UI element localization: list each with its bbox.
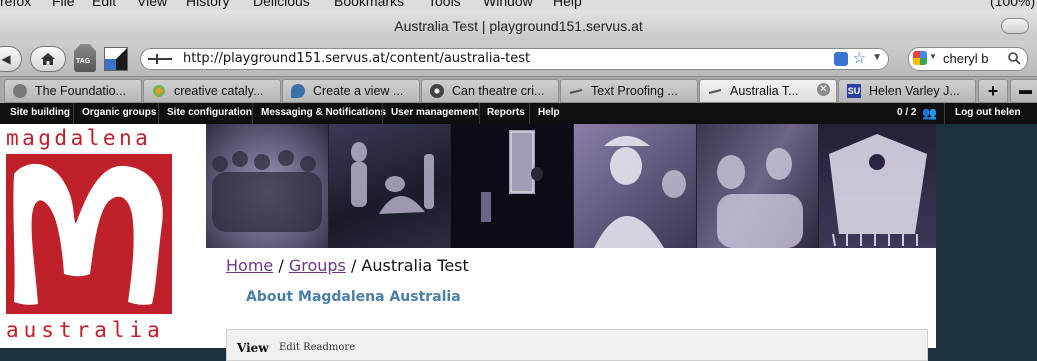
window-resize-button[interactable] [1001, 18, 1029, 34]
tab-text-proofing[interactable]: Text Proofing ... [560, 79, 698, 103]
right-sidebar-background [936, 124, 1037, 348]
local-tasks: View Edit Readmore [226, 329, 928, 361]
tag-icon-label: TAG [76, 58, 91, 65]
admin-organic-groups[interactable]: Organic groups [82, 107, 156, 118]
admin-reports[interactable]: Reports [487, 107, 525, 118]
tab-creative-catalyst[interactable]: creative cataly... [143, 79, 281, 103]
header-photo-strip [206, 124, 936, 248]
group-figures [212, 150, 322, 232]
menu-edit[interactable]: Edit [92, 0, 116, 9]
header-photo-group [206, 124, 328, 248]
header-photo-opera [574, 124, 696, 248]
header-photo-actors [697, 124, 818, 248]
menu-view[interactable]: View [137, 0, 167, 9]
logo-word-magdalena: magdalena [6, 126, 152, 150]
breadcrumb-current: Australia Test [361, 256, 469, 275]
delicious-tag-button[interactable]: TAG [74, 44, 96, 72]
logo-word-australia: australia [6, 318, 165, 342]
tab-list-icon: ▬ [1019, 82, 1032, 97]
site-logo[interactable]: magdalena australia [0, 124, 206, 348]
menu-tools[interactable]: Tools [428, 0, 461, 9]
os-menubar: refox File Edit View History Delicious B… [0, 0, 1037, 10]
menu-history[interactable]: History [186, 0, 230, 9]
rss-feed-icon[interactable] [834, 52, 848, 66]
window-title: Australia Test | playground151.servus.at [394, 18, 643, 34]
close-tab-icon[interactable]: ✕ [817, 83, 830, 96]
menu-bookmarks[interactable]: Bookmarks [334, 0, 404, 9]
admin-logout-link[interactable]: Log out helen [955, 107, 1021, 118]
window-titlebar: Australia Test | playground151.servus.at [0, 10, 1037, 40]
address-bar[interactable]: http://playground151.servus.at/content/a… [140, 48, 889, 70]
search-input[interactable]: cheryl b [943, 51, 989, 66]
url-text: http://playground151.servus.at/content/a… [183, 51, 531, 66]
site-identity-icon[interactable] [145, 51, 175, 67]
bookmark-star-icon[interactable]: ☆ [853, 49, 866, 67]
logo-mark [6, 154, 172, 314]
tab-australia-test[interactable]: Australia T... ✕ [699, 79, 837, 103]
menu-window[interactable]: Window [483, 0, 533, 9]
menu-app[interactable]: refox [0, 0, 31, 9]
dancer-figures [351, 142, 434, 214]
page-icon [13, 84, 27, 98]
menu-file[interactable]: File [52, 0, 75, 9]
globe-dash-icon [708, 89, 722, 94]
google-search-engine-icon[interactable] [913, 51, 927, 65]
menu-help[interactable]: Help [553, 0, 582, 9]
breadcrumb-home-link[interactable]: Home [226, 256, 273, 275]
admin-user-management[interactable]: User management [391, 107, 478, 118]
menu-delicious[interactable]: Delicious [253, 0, 310, 9]
stumbleupon-icon: SU [847, 84, 861, 98]
breadcrumb-separator: / [273, 256, 289, 275]
tab-view[interactable]: View [237, 341, 269, 355]
navigation-toolbar: ◀ TAG http://playground151.servus.at/con… [0, 40, 1037, 76]
back-button[interactable]: ◀ [0, 46, 22, 72]
breadcrumb-separator: / [345, 256, 362, 275]
admin-messaging-notifications[interactable]: Messaging & Notifications [261, 107, 386, 118]
admin-menu: Site building Organic groups Site config… [0, 103, 1037, 124]
search-engine-dropdown-icon[interactable]: ▼ [929, 52, 937, 61]
admin-user-count[interactable]: 0 / 2 [897, 107, 916, 118]
actor-faces [717, 148, 803, 248]
window-silhouette [481, 130, 543, 222]
drupal-drop-icon [291, 84, 305, 98]
url-dropdown-icon[interactable]: ▼ [872, 52, 882, 63]
plus-icon: + [987, 81, 999, 101]
opera-figure [594, 136, 686, 248]
back-arrow-icon: ◀ [1, 52, 11, 66]
home-icon [41, 53, 55, 65]
shawl-figure [829, 134, 927, 247]
block-title: About Magdalena Australia [246, 289, 461, 305]
admin-site-building[interactable]: Site building [10, 107, 70, 118]
admin-site-configuration[interactable]: Site configuration [167, 107, 252, 118]
globe-dash-icon [569, 89, 583, 94]
header-photo-window [451, 124, 573, 248]
circle-icon [430, 84, 444, 98]
tab-list-button[interactable]: ▬ [1010, 79, 1037, 103]
battery-status: (100%) [990, 0, 1036, 9]
home-button[interactable] [30, 46, 66, 72]
tab-helen-varley[interactable]: SU Helen Varley J... [838, 79, 976, 103]
header-photo-performance [329, 124, 450, 248]
tab-foundation[interactable]: The Foundatio... [4, 79, 142, 103]
main-content: Home / Groups / Australia Test About Mag… [206, 248, 936, 361]
users-icon: 👥 [922, 106, 937, 120]
search-box[interactable]: ▼ cheryl b [908, 47, 1028, 71]
new-tab-button[interactable]: + [978, 79, 1008, 103]
tab-can-theatre[interactable]: Can theatre cri... [421, 79, 559, 103]
header-photo-shawl [819, 124, 936, 248]
breadcrumb-groups-link[interactable]: Groups [289, 256, 346, 275]
delicious-icon[interactable] [104, 47, 128, 71]
logo-m-shape [13, 163, 163, 305]
admin-help[interactable]: Help [538, 107, 560, 118]
flower-icon [152, 84, 166, 98]
tab-bar: The Foundatio... creative cataly... Crea… [0, 76, 1037, 103]
magnifier-icon[interactable] [1008, 52, 1021, 65]
tab-create-view[interactable]: Create a view ... [282, 79, 420, 103]
breadcrumb: Home / Groups / Australia Test [226, 256, 469, 275]
